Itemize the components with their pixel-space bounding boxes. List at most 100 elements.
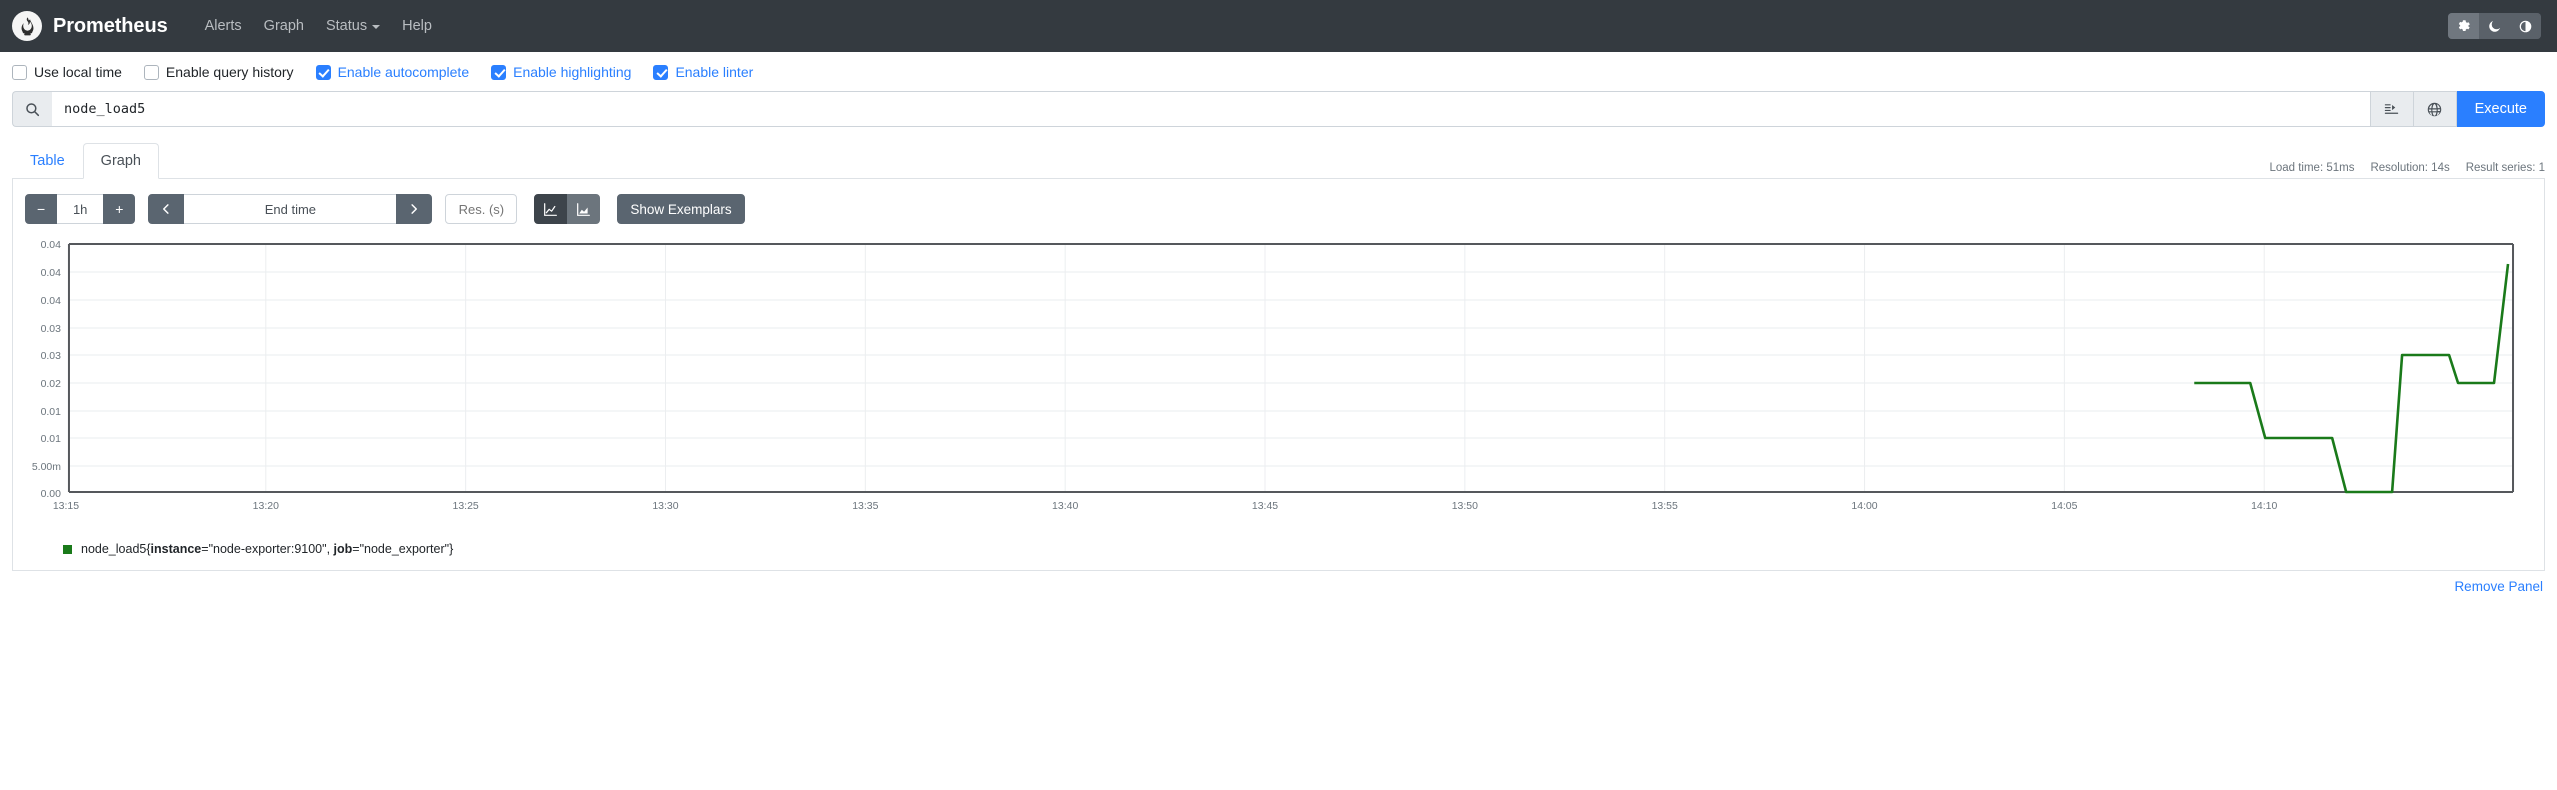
chart-legend[interactable]: node_load5{instance="node-exporter:9100"… [23, 526, 2534, 562]
svg-text:0.04: 0.04 [41, 240, 62, 251]
nav-link-graph-label: Graph [263, 18, 304, 34]
checkbox-enable-highlighting[interactable] [491, 64, 507, 80]
svg-text:13:45: 13:45 [1252, 501, 1278, 512]
checkbox-enable-autocomplete[interactable] [315, 64, 331, 80]
svg-text:0.04: 0.04 [41, 268, 62, 279]
legend-label-key-instance: instance [150, 542, 202, 556]
half-circle-icon[interactable] [2510, 13, 2541, 39]
resolution: Resolution: 14s [2370, 162, 2450, 174]
legend-label: node_load5{instance="node-exporter:9100"… [81, 542, 453, 556]
svg-text:0.01: 0.01 [41, 434, 62, 445]
svg-text:13:30: 13:30 [652, 501, 678, 512]
range-input[interactable]: 1h [57, 194, 104, 224]
svg-text:14:00: 14:00 [1851, 501, 1877, 512]
option-use-local-time[interactable]: Use local time [12, 64, 122, 80]
globe-icon[interactable] [2413, 91, 2457, 127]
brand-name: Prometheus [53, 14, 168, 37]
brand[interactable]: Prometheus [12, 11, 168, 41]
legend-eq-1: = [352, 542, 360, 556]
show-exemplars-button[interactable]: Show Exemplars [617, 194, 745, 224]
gear-icon[interactable] [2448, 13, 2479, 39]
search-icon [12, 91, 52, 127]
line-chart-icon[interactable] [534, 194, 568, 224]
option-enable-autocomplete[interactable]: Enable autocomplete [315, 64, 470, 80]
chevron-left-icon[interactable] [148, 194, 185, 224]
svg-text:14:05: 14:05 [2051, 501, 2077, 512]
navbar: Prometheus Alerts Graph Status Help [0, 0, 2557, 52]
svg-text:13:35: 13:35 [852, 501, 878, 512]
query-bar: Execute [0, 91, 2557, 127]
format-expression-icon[interactable] [2370, 91, 2414, 127]
nav-link-alerts[interactable]: Alerts [194, 12, 253, 40]
load-time: Load time: 51ms [2269, 162, 2355, 174]
plot-background [68, 244, 2514, 492]
range-stepper: − 1h + [25, 194, 136, 224]
caret-down-icon [372, 25, 381, 29]
svg-text:0.03: 0.03 [41, 324, 62, 335]
nav-link-help[interactable]: Help [391, 12, 443, 40]
chart-type-toggle [534, 194, 601, 224]
svg-text:0.00: 0.00 [41, 489, 62, 500]
legend-sep-0: , [326, 542, 334, 556]
svg-text:0.01: 0.01 [41, 407, 62, 418]
svg-text:0.04: 0.04 [41, 296, 62, 307]
nav-link-status[interactable]: Status [315, 12, 391, 40]
nav-link-help-label: Help [402, 18, 432, 34]
graph-chart[interactable]: 0.04 0.04 0.04 0.03 0.03 0.02 0.01 0.01 … [23, 236, 2534, 526]
option-enable-highlighting-label: Enable highlighting [513, 64, 632, 80]
legend-close-brace: } [449, 542, 454, 556]
svg-text:13:15: 13:15 [53, 501, 79, 512]
svg-text:13:40: 13:40 [1052, 501, 1078, 512]
option-enable-autocomplete-label: Enable autocomplete [337, 64, 470, 80]
legend-color-swatch [63, 544, 72, 554]
increase-range-button[interactable]: + [103, 194, 136, 224]
end-time-input[interactable]: End time [184, 194, 397, 224]
execute-button[interactable]: Execute [2456, 91, 2545, 127]
checkbox-use-local-time[interactable] [12, 64, 27, 80]
resolution-input[interactable] [445, 194, 518, 224]
nav-links: Alerts Graph Status Help [194, 12, 443, 40]
svg-text:13:20: 13:20 [253, 501, 279, 512]
tab-table[interactable]: Table [12, 143, 83, 179]
svg-text:13:25: 13:25 [453, 501, 479, 512]
option-enable-query-history[interactable]: Enable query history [143, 64, 294, 80]
legend-metric: node_load5 [81, 542, 147, 556]
result-series: Result series: 1 [2465, 162, 2545, 174]
svg-text:13:50: 13:50 [1452, 501, 1478, 512]
option-enable-query-history-label: Enable query history [165, 64, 294, 80]
svg-text:14:10: 14:10 [2251, 501, 2277, 512]
graph-controls: − 1h + End time Res. (s) Show Exemplars [23, 191, 2534, 234]
option-enable-linter[interactable]: Enable linter [653, 64, 753, 80]
svg-text:13:55: 13:55 [1652, 501, 1678, 512]
query-input[interactable] [52, 91, 2371, 127]
svg-text:5.00m: 5.00m [32, 462, 61, 473]
nav-link-alerts-label: Alerts [204, 18, 242, 34]
chart-svg: 0.04 0.04 0.04 0.03 0.03 0.02 0.01 0.01 … [32, 240, 2515, 512]
legend-label-key-job: job [333, 542, 353, 556]
stacked-chart-icon[interactable] [567, 194, 601, 224]
query-options-bar: Use local time Enable query history Enab… [0, 52, 2557, 91]
svg-text:0.03: 0.03 [41, 351, 62, 362]
result-tabs: Table Graph Load time: 51ms Resolution: … [12, 127, 2545, 179]
option-use-local-time-label: Use local time [34, 64, 122, 80]
option-enable-highlighting[interactable]: Enable highlighting [491, 64, 631, 80]
y-tick-labels: 0.04 0.04 0.04 0.03 0.03 0.02 0.01 0.01 … [32, 240, 61, 500]
theme-toggle-group [2448, 13, 2541, 39]
option-enable-linter-label: Enable linter [675, 64, 754, 80]
checkbox-enable-linter[interactable] [653, 64, 669, 80]
legend-eq-0: = [201, 542, 209, 556]
prometheus-torch-icon [12, 11, 42, 41]
query-meta: Load time: 51ms Resolution: 14s Result s… [2269, 162, 2545, 174]
chevron-right-icon[interactable] [396, 194, 433, 224]
checkbox-enable-query-history[interactable] [143, 64, 159, 80]
nav-link-graph[interactable]: Graph [253, 12, 315, 40]
tab-graph[interactable]: Graph [82, 143, 159, 179]
decrease-range-button[interactable]: − [25, 194, 58, 224]
nav-link-status-label: Status [325, 18, 368, 34]
moon-icon[interactable] [2479, 13, 2510, 39]
graph-panel: − 1h + End time Res. (s) Show Exemplars … [12, 179, 2545, 571]
svg-text:0.02: 0.02 [41, 379, 62, 390]
remove-panel-link[interactable]: Remove Panel [2454, 579, 2543, 594]
end-time-picker: End time [148, 194, 433, 224]
legend-label-value-job: "node_exporter" [359, 542, 450, 556]
